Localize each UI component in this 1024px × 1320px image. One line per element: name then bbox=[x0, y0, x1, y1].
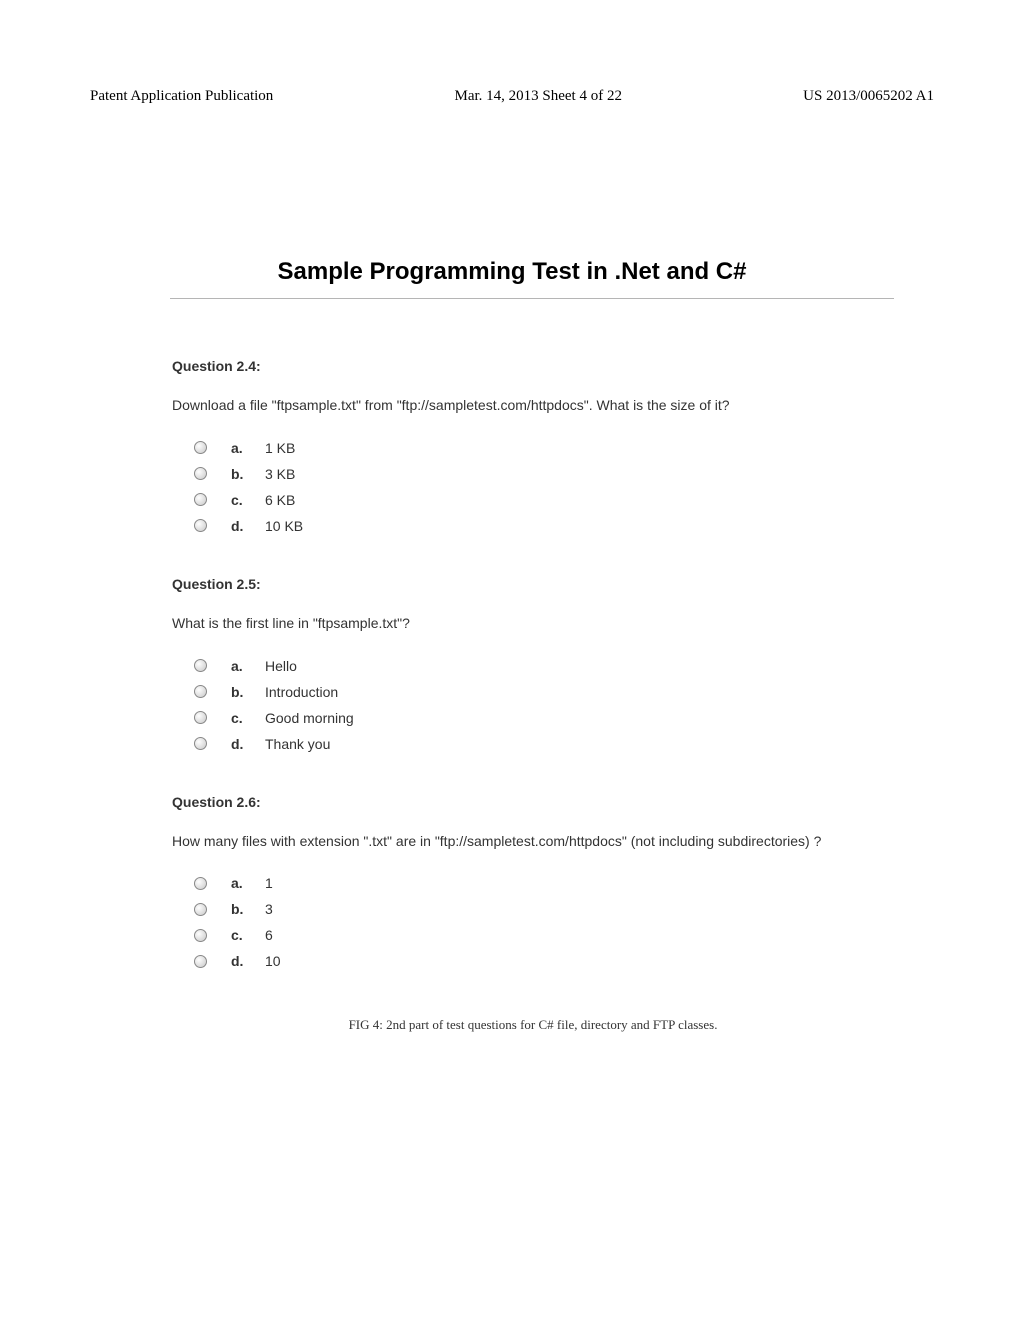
radio-icon[interactable] bbox=[194, 711, 207, 724]
option-text: 6 bbox=[265, 927, 894, 943]
title-divider bbox=[170, 298, 894, 299]
option-row[interactable]: d. Thank you bbox=[194, 736, 894, 752]
question-block: Question 2.4: Download a file "ftpsample… bbox=[172, 358, 894, 534]
option-text: Hello bbox=[265, 658, 894, 674]
option-letter: d. bbox=[231, 953, 265, 969]
option-letter: d. bbox=[231, 518, 265, 534]
option-letter: b. bbox=[231, 466, 265, 482]
radio-icon[interactable] bbox=[194, 441, 207, 454]
option-text: 1 KB bbox=[265, 440, 894, 456]
question-text: Download a file "ftpsample.txt" from "ft… bbox=[172, 394, 894, 418]
radio-icon[interactable] bbox=[194, 955, 207, 968]
option-row[interactable]: a. Hello bbox=[194, 658, 894, 674]
figure-caption: FIG 4: 2nd part of test questions for C#… bbox=[172, 1017, 894, 1033]
option-row[interactable]: b. Introduction bbox=[194, 684, 894, 700]
option-letter: a. bbox=[231, 875, 265, 891]
question-heading: Question 2.5: bbox=[172, 576, 894, 592]
option-row[interactable]: c. 6 KB bbox=[194, 492, 894, 508]
header-patent-number: US 2013/0065202 A1 bbox=[803, 88, 934, 105]
radio-icon[interactable] bbox=[194, 685, 207, 698]
radio-icon[interactable] bbox=[194, 929, 207, 942]
option-text: Thank you bbox=[265, 736, 894, 752]
option-row[interactable]: a. 1 KB bbox=[194, 440, 894, 456]
radio-icon[interactable] bbox=[194, 659, 207, 672]
radio-icon[interactable] bbox=[194, 877, 207, 890]
option-row[interactable]: a. 1 bbox=[194, 875, 894, 891]
page-title: Sample Programming Test in .Net and C# bbox=[0, 258, 1024, 286]
option-text: 10 KB bbox=[265, 518, 894, 534]
option-row[interactable]: c. 6 bbox=[194, 927, 894, 943]
option-text: Good morning bbox=[265, 710, 894, 726]
page-header: Patent Application Publication Mar. 14, … bbox=[90, 88, 934, 105]
options-group: a. 1 KB b. 3 KB c. 6 KB d. 10 KB bbox=[194, 440, 894, 534]
option-letter: a. bbox=[231, 658, 265, 674]
option-text: 3 KB bbox=[265, 466, 894, 482]
radio-icon[interactable] bbox=[194, 493, 207, 506]
option-text: 6 KB bbox=[265, 492, 894, 508]
option-row[interactable]: b. 3 bbox=[194, 901, 894, 917]
options-group: a. 1 b. 3 c. 6 d. 10 bbox=[194, 875, 894, 969]
question-block: Question 2.6: How many files with extens… bbox=[172, 794, 894, 970]
option-row[interactable]: b. 3 KB bbox=[194, 466, 894, 482]
option-text: 1 bbox=[265, 875, 894, 891]
question-block: Question 2.5: What is the first line in … bbox=[172, 576, 894, 752]
option-letter: c. bbox=[231, 710, 265, 726]
question-heading: Question 2.4: bbox=[172, 358, 894, 374]
radio-icon[interactable] bbox=[194, 737, 207, 750]
question-text: How many files with extension ".txt" are… bbox=[172, 830, 894, 854]
option-letter: c. bbox=[231, 492, 265, 508]
option-text: 10 bbox=[265, 953, 894, 969]
question-heading: Question 2.6: bbox=[172, 794, 894, 810]
header-publication: Patent Application Publication bbox=[90, 88, 273, 105]
option-row[interactable]: d. 10 bbox=[194, 953, 894, 969]
option-letter: c. bbox=[231, 927, 265, 943]
option-text: Introduction bbox=[265, 684, 894, 700]
option-row[interactable]: c. Good morning bbox=[194, 710, 894, 726]
option-letter: d. bbox=[231, 736, 265, 752]
radio-icon[interactable] bbox=[194, 519, 207, 532]
content-area: Question 2.4: Download a file "ftpsample… bbox=[172, 358, 894, 1033]
header-date-sheet: Mar. 14, 2013 Sheet 4 of 22 bbox=[454, 88, 621, 105]
radio-icon[interactable] bbox=[194, 903, 207, 916]
option-text: 3 bbox=[265, 901, 894, 917]
option-letter: a. bbox=[231, 440, 265, 456]
option-letter: b. bbox=[231, 901, 265, 917]
option-letter: b. bbox=[231, 684, 265, 700]
question-text: What is the first line in "ftpsample.txt… bbox=[172, 612, 894, 636]
option-row[interactable]: d. 10 KB bbox=[194, 518, 894, 534]
radio-icon[interactable] bbox=[194, 467, 207, 480]
options-group: a. Hello b. Introduction c. Good morning… bbox=[194, 658, 894, 752]
